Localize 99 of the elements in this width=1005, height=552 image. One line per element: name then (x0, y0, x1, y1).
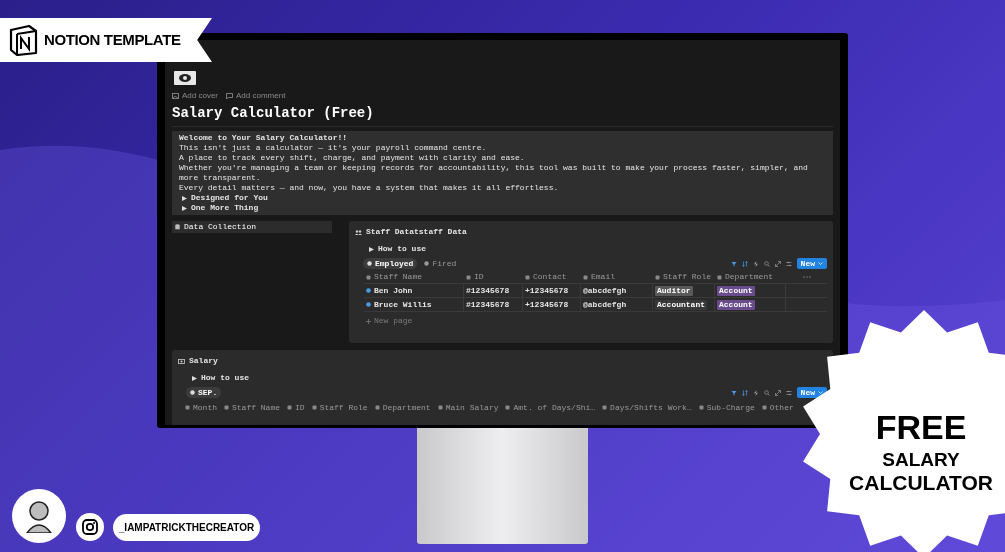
cube-logo-icon (8, 24, 38, 56)
toggle-item[interactable]: How to use (355, 243, 827, 255)
view-tab[interactable]: Employed (363, 258, 418, 269)
chevron-down-icon (818, 262, 823, 265)
table-cell: @abcdefgh (581, 284, 653, 298)
plus-icon (366, 318, 371, 324)
table-cell: +12345678 (523, 298, 581, 312)
toggle-item[interactable]: Designed for You (179, 193, 826, 203)
new-button[interactable]: New (796, 258, 827, 269)
person-silhouette-icon (24, 499, 54, 533)
column-header: Department (715, 271, 786, 284)
page-title: Salary Calculator (Free) (172, 105, 375, 122)
ribbon-label: NOTION TEMPLATE (44, 29, 181, 50)
table-cell: #12345678 (464, 284, 523, 298)
people-icon (355, 229, 362, 235)
table-cell: Bruce Willis (374, 298, 432, 311)
sort-icon[interactable] (741, 389, 748, 396)
property-icon (437, 405, 443, 410)
database-icon (175, 224, 180, 230)
callout-text: Every detail matters — and now, you have a system that makes it all effortless. (179, 183, 560, 193)
sort-icon[interactable] (741, 260, 748, 267)
database-title: Staff Datatstaff Data (366, 226, 467, 238)
property-icon (224, 405, 229, 410)
callout-text: This isn't just a calculator — it's your payroll command centre. (179, 143, 488, 153)
property-icon (583, 274, 588, 280)
bolt-icon[interactable] (752, 260, 759, 267)
column-header: Staff Name (223, 402, 282, 413)
settings-icon[interactable] (785, 260, 792, 267)
callout-text: Whether you're managing a team or keeping records for accountability, this tool was built to make your process faster, simpler, and more transparent. (179, 163, 809, 183)
tag: Accountant (655, 299, 707, 310)
column-header: Sub-Charge (697, 402, 756, 413)
info-icon (366, 302, 371, 307)
callout-text: Welcome to Your Salary Calculator!! (179, 133, 349, 143)
property-icon (602, 405, 608, 410)
settings-icon[interactable] (785, 389, 792, 396)
column-header: Department (373, 402, 432, 413)
table-cell: Ben John (374, 284, 413, 297)
circle-icon (424, 261, 430, 266)
expand-icon[interactable] (774, 260, 781, 267)
table-cell: #12345678 (464, 298, 523, 312)
search-icon[interactable] (763, 389, 770, 396)
property-icon (761, 405, 767, 410)
tag: Account (717, 299, 755, 310)
sidebar-item[interactable]: Data Collection (172, 221, 332, 233)
column-header: Main Salary (436, 402, 500, 413)
expand-icon[interactable] (774, 389, 781, 396)
page-action-link[interactable]: Add comment (226, 90, 286, 102)
column-header: Staff Role (653, 271, 715, 284)
property-icon (525, 274, 530, 280)
table-cell: +12345678 (523, 284, 581, 298)
column-header: ID (464, 271, 523, 284)
promo-text: FREE (875, 410, 967, 444)
column-header: ID (286, 402, 306, 413)
table-cell: @abcdefgh (581, 298, 653, 312)
property-icon (717, 274, 722, 280)
circle-icon (190, 390, 195, 395)
promo-text: SALARY (882, 450, 960, 469)
column-header: Email (581, 271, 653, 284)
circle-icon (367, 261, 372, 266)
property-icon (698, 405, 704, 410)
column-header: Contact (523, 271, 581, 284)
tag: Auditor (655, 285, 693, 296)
social-handle: _IAMPATRICKTHECREATOR (113, 514, 260, 541)
chevron-down-icon (818, 391, 823, 394)
property-icon (466, 274, 471, 280)
property-icon (287, 405, 293, 410)
instagram-icon (82, 519, 98, 535)
property-icon (505, 405, 511, 410)
column-header: Staff Role (310, 402, 369, 413)
callout-text: A place to track every shift, charge, and payment with clarity and ease. (179, 153, 526, 163)
banknote-icon (178, 358, 185, 364)
view-tab[interactable]: SEP. (186, 387, 222, 398)
promo-text: CALCULATOR (849, 472, 993, 493)
column-header: Staff Name (364, 271, 464, 284)
comment-icon (226, 93, 234, 99)
column-header: Month (184, 402, 218, 413)
column-header: Other (760, 402, 795, 413)
column-header: Amt. of Days/Shi… (504, 402, 597, 413)
bolt-icon[interactable] (752, 389, 759, 396)
tag: Account (717, 285, 755, 296)
column-header: Days/Shifts Work… (601, 402, 693, 413)
image-icon (172, 93, 179, 99)
property-icon (185, 405, 190, 410)
property-icon (655, 274, 660, 280)
property-icon (374, 405, 380, 410)
property-icon (366, 274, 371, 280)
search-icon[interactable] (763, 260, 770, 267)
toggle-item[interactable]: How to use (178, 372, 827, 384)
banknote-icon (173, 70, 197, 86)
triangle-right-icon (369, 246, 374, 252)
database-title: Salary (189, 355, 218, 367)
page-action-link[interactable]: Add cover (172, 90, 219, 102)
toggle-item[interactable]: One More Thing (179, 203, 826, 213)
view-tab[interactable]: Fired (420, 258, 461, 269)
property-icon (311, 405, 317, 410)
filter-icon[interactable] (730, 260, 737, 267)
filter-icon[interactable] (730, 389, 737, 396)
triangle-right-icon (192, 375, 197, 381)
info-icon (366, 288, 371, 293)
